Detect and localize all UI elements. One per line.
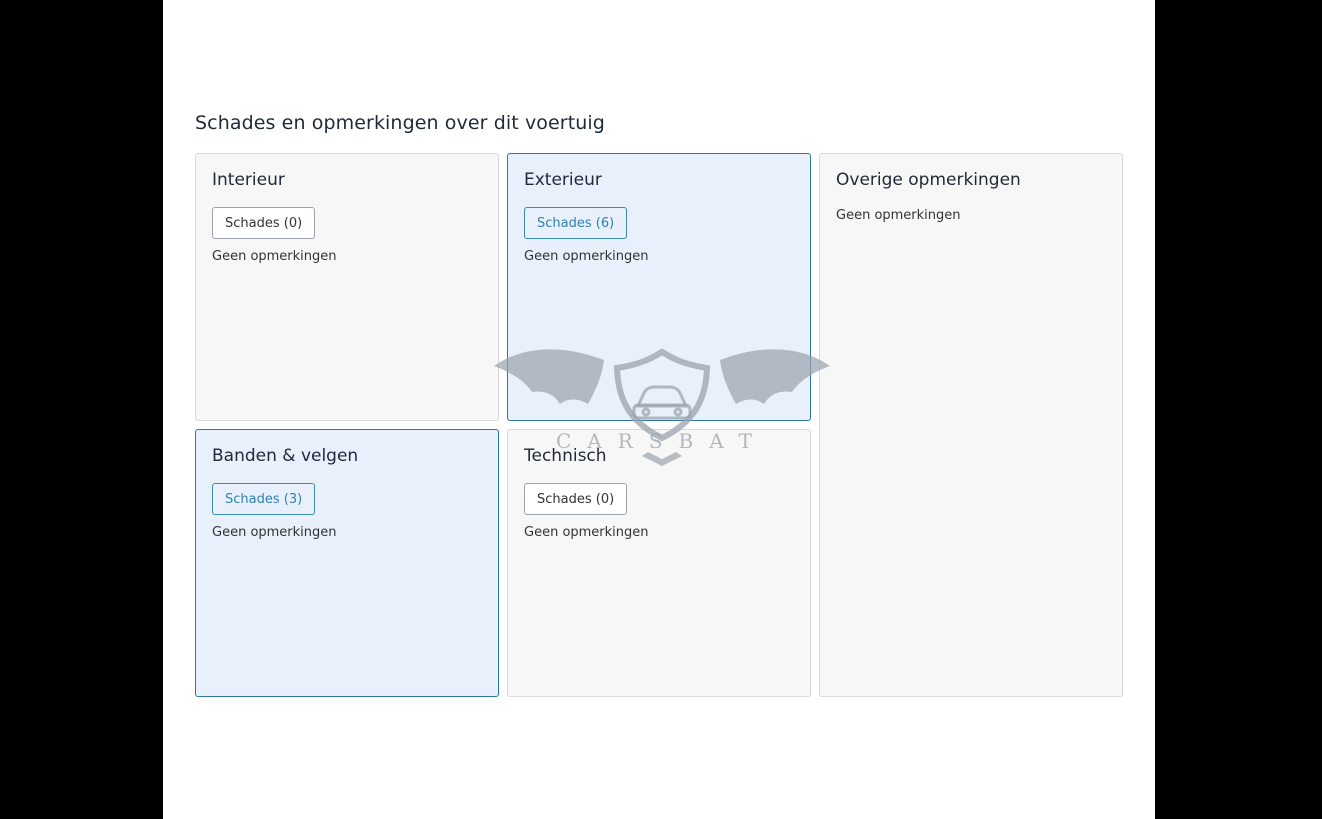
damages-button-exterieur[interactable]: Schades (6) bbox=[524, 207, 628, 239]
damages-button-banden[interactable]: Schades (3) bbox=[212, 483, 316, 515]
card-note: Geen opmerkingen bbox=[524, 249, 649, 264]
card-title: Interieur bbox=[212, 170, 285, 190]
card-overige-opmerkingen: Overige opmerkingen Geen opmerkingen bbox=[819, 153, 1123, 697]
card-technisch: Technisch Schades (0) Geen opmerkingen bbox=[507, 429, 811, 697]
card-title: Banden & velgen bbox=[212, 446, 359, 466]
card-banden-velgen: Banden & velgen Schades (3) Geen opmerki… bbox=[195, 429, 499, 697]
card-title: Technisch bbox=[524, 446, 607, 466]
card-note: Geen opmerkingen bbox=[836, 208, 961, 223]
card-note: Geen opmerkingen bbox=[212, 249, 337, 264]
card-interieur: Interieur Schades (0) Geen opmerkingen bbox=[195, 153, 499, 421]
card-note: Geen opmerkingen bbox=[212, 525, 337, 540]
page: Schades en opmerkingen over dit voertuig… bbox=[163, 0, 1155, 819]
card-title: Overige opmerkingen bbox=[836, 170, 1021, 190]
card-exterieur: Exterieur Schades (6) Geen opmerkingen bbox=[507, 153, 811, 421]
card-title: Exterieur bbox=[524, 170, 602, 190]
damages-button-interieur[interactable]: Schades (0) bbox=[212, 207, 316, 239]
section-title: Schades en opmerkingen over dit voertuig bbox=[195, 112, 605, 134]
damages-button-technisch[interactable]: Schades (0) bbox=[524, 483, 628, 515]
card-note: Geen opmerkingen bbox=[524, 525, 649, 540]
